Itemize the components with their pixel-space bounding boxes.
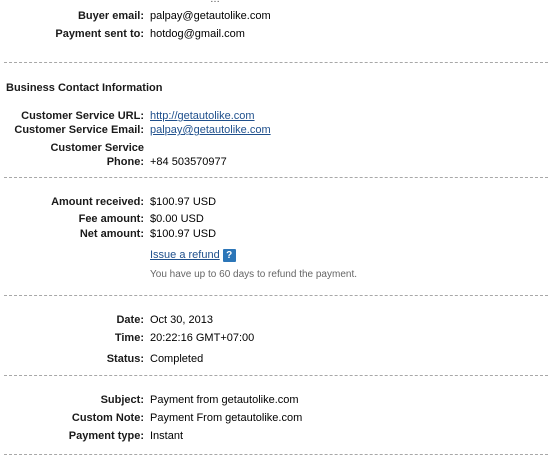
- status-label: Status:: [106, 353, 144, 365]
- net-amount-value: $100.97 USD: [150, 228, 217, 240]
- separator: [4, 375, 548, 376]
- refund-note: You have up to 60 days to refund the pay…: [150, 269, 358, 280]
- separator: [4, 454, 548, 455]
- cs-url-link[interactable]: http://getautolike.com: [150, 110, 255, 122]
- fee-amount-value: $0.00 USD: [150, 213, 204, 225]
- payment-type-label: Payment type:: [68, 430, 144, 442]
- payment-type-row: Payment type: Instant: [0, 430, 556, 444]
- time-row: Time: 20:22:16 GMT+07:00: [0, 332, 556, 346]
- separator: [4, 177, 548, 178]
- buyer-email-label: Buyer email:: [77, 10, 144, 22]
- date-value: Oct 30, 2013: [150, 314, 213, 326]
- payment-sent-to-row: Payment sent to: hotdog@gmail.com: [0, 28, 556, 42]
- cs-phone-label-line2: Phone:: [106, 156, 144, 168]
- cs-url-label: Customer Service URL:: [21, 110, 144, 122]
- separator: [4, 62, 548, 63]
- refund-note-row: You have up to 60 days to refund the pay…: [0, 269, 556, 283]
- refund-row: Issue a refund?: [0, 249, 556, 263]
- cs-email-label: Customer Service Email:: [14, 124, 144, 136]
- cs-phone-label-row: Customer Service: [0, 142, 556, 156]
- custom-note-value: Payment From getautolike.com: [150, 412, 303, 424]
- custom-note-row: Custom Note: Payment From getautolike.co…: [0, 412, 556, 426]
- fee-amount-label: Fee amount:: [78, 213, 144, 225]
- buyer-email-value: palpay@getautolike.com: [150, 10, 271, 22]
- cs-phone-label-line1: Customer Service: [50, 142, 144, 154]
- buyer-email-row: Buyer email: palpay@getautolike.com: [0, 10, 556, 24]
- refund-wrapper: Issue a refund?: [150, 249, 236, 262]
- separator: [4, 295, 548, 296]
- amount-received-label: Amount received:: [51, 196, 144, 208]
- date-row: Date: Oct 30, 2013: [0, 314, 556, 328]
- subject-value: Payment from getautolike.com: [150, 394, 299, 406]
- cs-phone-value: +84 503570977: [150, 156, 227, 168]
- cs-email-row: Customer Service Email: palpay@getautoli…: [0, 124, 556, 138]
- amount-received-value: $100.97 USD: [150, 196, 217, 208]
- time-label: Time:: [114, 332, 144, 344]
- status-row: Status: Completed: [0, 353, 556, 367]
- issue-refund-link[interactable]: Issue a refund: [150, 249, 220, 261]
- net-amount-label: Net amount:: [79, 228, 144, 240]
- time-value: 20:22:16 GMT+07:00: [150, 332, 255, 344]
- subject-row: Subject: Payment from getautolike.com: [0, 394, 556, 408]
- payment-sent-to-value: hotdog@gmail.com: [150, 28, 245, 40]
- status-value: Completed: [150, 353, 204, 365]
- date-label: Date:: [116, 314, 144, 326]
- custom-note-label: Custom Note:: [71, 412, 144, 424]
- cs-url-row: Customer Service URL: http://getautolike…: [0, 110, 556, 124]
- net-amount-row: Net amount: $100.97 USD: [0, 228, 556, 242]
- payment-sent-to-label: Payment sent to:: [55, 28, 144, 40]
- help-icon[interactable]: ?: [222, 249, 236, 262]
- amount-received-row: Amount received: $100.97 USD: [0, 196, 556, 210]
- subject-label: Subject:: [100, 394, 144, 406]
- cs-email-link[interactable]: palpay@getautolike.com: [150, 124, 271, 136]
- truncated-top-text: …: [210, 0, 220, 5]
- business-contact-title: Business Contact Information: [6, 82, 163, 94]
- cs-phone-row: Phone: +84 503570977: [0, 156, 556, 170]
- fee-amount-row: Fee amount: $0.00 USD: [0, 213, 556, 227]
- payment-type-value: Instant: [150, 430, 184, 442]
